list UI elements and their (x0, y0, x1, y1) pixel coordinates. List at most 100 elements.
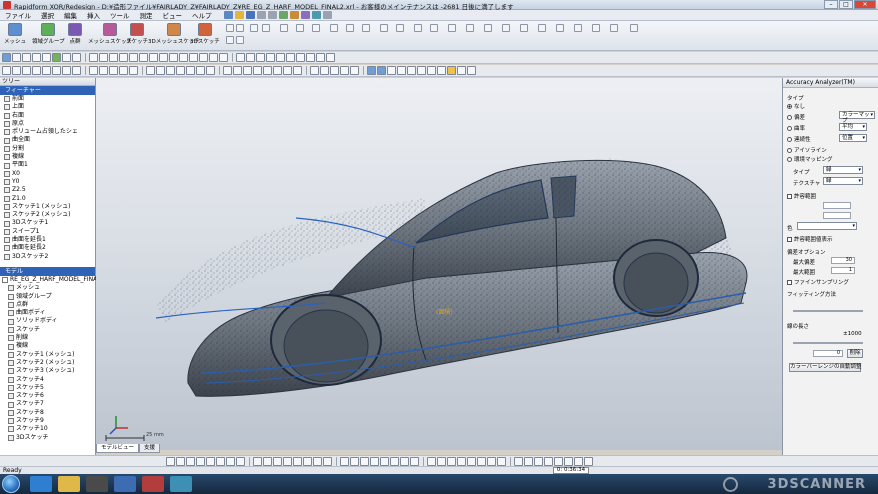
fine-sampling-checkbox[interactable] (787, 279, 792, 285)
extend-select-icon[interactable] (159, 53, 168, 62)
pattern-tool-icon[interactable] (362, 24, 370, 32)
boolean-tool-icon[interactable] (502, 24, 510, 32)
filter-region-icon[interactable] (387, 66, 396, 75)
revolve-tool-icon[interactable] (430, 24, 438, 32)
zoom-fit-icon[interactable] (89, 66, 98, 75)
bottom-tool-31-icon[interactable] (487, 456, 496, 466)
mesh-tool-2-icon[interactable] (246, 53, 255, 62)
render-shaded-icon[interactable] (146, 66, 155, 75)
filter-ref-icon[interactable] (427, 66, 436, 75)
select-edge-icon[interactable] (22, 53, 31, 62)
pan-icon[interactable] (119, 66, 128, 75)
chamfer-tool-icon[interactable] (396, 24, 404, 32)
measure-tool-icon[interactable] (311, 11, 321, 19)
filter-all-icon[interactable] (437, 66, 446, 75)
feature-tree-item[interactable]: 曲面を延長2 (4, 244, 95, 252)
save-icon[interactable] (245, 11, 255, 19)
offset-tool-icon[interactable] (330, 24, 338, 32)
surface-tool-icon[interactable] (289, 11, 299, 19)
app-taskbar-icon-2[interactable] (170, 476, 192, 492)
clip-icon[interactable] (320, 66, 329, 75)
trim-tool-icon[interactable] (296, 24, 304, 32)
range-field-2[interactable] (823, 212, 851, 219)
bottom-tool-21-icon[interactable] (380, 456, 389, 466)
bottom-tool-16-icon[interactable] (323, 456, 332, 466)
color-range-auto-button[interactable]: カラーバーレンジの自動調整 (789, 363, 861, 372)
clear-select-icon[interactable] (189, 53, 198, 62)
fillet-tool-icon[interactable] (380, 24, 388, 32)
select-tool-icon[interactable] (2, 53, 11, 62)
mesh-tool-4-icon[interactable] (266, 53, 275, 62)
undo-sketch-icon[interactable] (226, 36, 234, 44)
rectangle-select-icon[interactable] (99, 53, 108, 62)
feature-tree-item[interactable]: Z1.0 (4, 195, 95, 203)
thicken-tool-icon[interactable] (556, 24, 564, 32)
bottom-tool-18-icon[interactable] (350, 456, 359, 466)
measure-angle-icon[interactable] (340, 66, 349, 75)
bottom-tool-38-icon[interactable] (564, 456, 573, 466)
surface-offset-tool-icon[interactable] (592, 24, 600, 32)
model-tree-item[interactable]: スケッチ5 (8, 384, 95, 392)
menu-select[interactable]: 選択 (36, 10, 59, 20)
bottom-tool-32-icon[interactable] (497, 456, 506, 466)
select-body-icon[interactable] (42, 53, 51, 62)
highlight-icon[interactable] (447, 66, 456, 75)
max-dev-field[interactable]: 30 (831, 257, 855, 264)
mesh-tool-6-icon[interactable] (286, 53, 295, 62)
bottom-tool-19-icon[interactable] (360, 456, 369, 466)
start-button[interactable] (2, 475, 20, 493)
feature-tree-item[interactable]: 平面1 (4, 161, 95, 169)
mesh-tool-3-icon[interactable] (256, 53, 265, 62)
region-group-button[interactable]: 領域グループ (32, 23, 65, 45)
sketch-tool-icon[interactable] (278, 11, 288, 19)
rotate-icon[interactable] (129, 66, 138, 75)
select-face-icon[interactable] (12, 53, 21, 62)
bottom-tool-12-icon[interactable] (283, 456, 292, 466)
model-tree-item[interactable]: スケッチ (8, 326, 95, 334)
view-normal-icon[interactable] (72, 66, 81, 75)
bottom-tool-23-icon[interactable] (400, 456, 409, 466)
sew-tool-icon[interactable] (630, 24, 638, 32)
mesh-tool-5-icon[interactable] (276, 53, 285, 62)
bottom-tool-8-icon[interactable] (236, 456, 245, 466)
line-tool-icon[interactable] (226, 24, 234, 32)
loft-tool-icon[interactable] (466, 24, 474, 32)
brush-select-icon[interactable] (129, 53, 138, 62)
feature-tree-item[interactable]: スイープ1 (4, 228, 95, 236)
model-root[interactable]: RE_EG_Z_HARF_MODEL_FINAL2 (2, 276, 104, 284)
zoom-in-icon[interactable] (99, 66, 108, 75)
open-file-icon[interactable] (234, 11, 244, 19)
snap-icon[interactable] (457, 66, 466, 75)
isolate-icon[interactable] (219, 53, 228, 62)
feature-tree-header[interactable]: フィーチャー (0, 86, 95, 95)
new-file-icon[interactable] (223, 11, 233, 19)
tab-model-view[interactable]: モデルビュー (96, 444, 140, 453)
view-bottom-icon[interactable] (52, 66, 61, 75)
fine-sampling-row[interactable]: ファインサンプリング (787, 278, 849, 286)
bottom-tool-29-icon[interactable] (467, 456, 476, 466)
bottom-tool-14-icon[interactable] (303, 456, 312, 466)
lasso-select-icon[interactable] (89, 53, 98, 62)
hide-select-icon[interactable] (199, 53, 208, 62)
display-mesh-icon[interactable] (223, 66, 232, 75)
show-allow-checkbox[interactable] (787, 236, 792, 242)
model-tree-item[interactable]: スケッチ6 (8, 392, 95, 400)
flood-select-icon[interactable] (149, 53, 158, 62)
feature-tree-item[interactable]: 曲全面 (4, 136, 95, 144)
feature-tree-item[interactable]: 右面 (4, 112, 95, 120)
texture-select[interactable]: 緑 (823, 177, 863, 185)
feature-tree-item[interactable]: Z2.5 (4, 186, 95, 194)
menu-view[interactable]: ビュー (158, 10, 188, 20)
ie-taskbar-icon[interactable] (30, 476, 52, 492)
feature-tree-item[interactable]: 分割 (4, 145, 95, 153)
bottom-tool-37-icon[interactable] (554, 456, 563, 466)
display-axis-icon[interactable] (283, 66, 292, 75)
curvature-select[interactable]: 平均 (839, 123, 867, 131)
bottom-tool-5-icon[interactable] (206, 456, 215, 466)
shrink-select-icon[interactable] (169, 53, 178, 62)
filter-sketch-icon[interactable] (397, 66, 406, 75)
bottom-tool-25-icon[interactable] (427, 456, 436, 466)
mesh-tool-8-icon[interactable] (306, 53, 315, 62)
model-tree-item[interactable]: 点群 (8, 301, 95, 309)
shell-tool-icon[interactable] (484, 24, 492, 32)
